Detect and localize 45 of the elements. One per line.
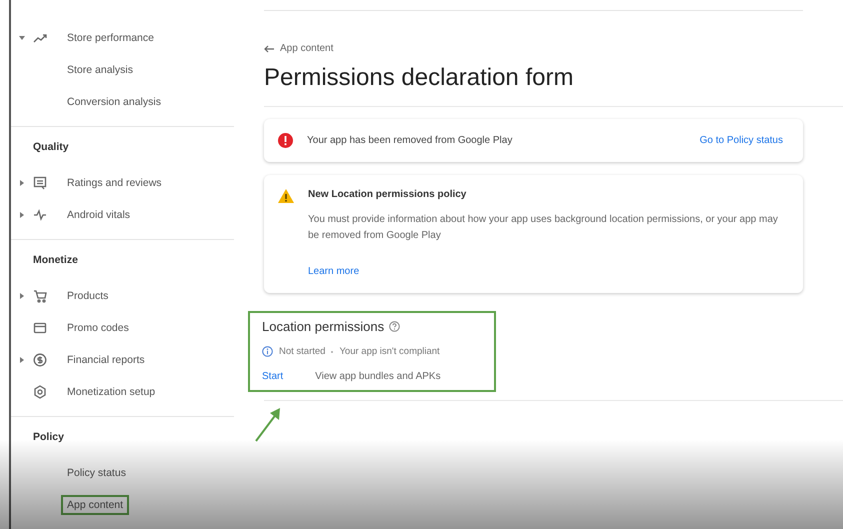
sidebar-item[interactable]: Android vitals <box>61 205 136 225</box>
back-link[interactable]: App content <box>264 43 803 54</box>
sidebar-item[interactable]: Products <box>61 286 114 306</box>
sidebar-item[interactable]: Promo codes <box>61 318 135 338</box>
section-heading: Policy <box>32 430 65 445</box>
caret-right-icon[interactable] <box>20 212 24 218</box>
separator-dot <box>331 350 334 352</box>
dollar-icon <box>33 353 47 367</box>
sidebar-item[interactable]: Monetization setup <box>61 382 162 402</box>
info-icon <box>262 346 273 357</box>
annotation-arrow <box>253 405 283 443</box>
gear-icon <box>33 385 47 399</box>
back-link-label[interactable]: App content <box>280 43 334 54</box>
page-title: Permissions declaration form <box>264 64 574 92</box>
cart-icon <box>33 289 47 303</box>
section-heading: Quality <box>32 140 70 155</box>
section-title: Location permissions <box>262 319 384 334</box>
bundles-link[interactable]: View app bundles and APKs <box>315 371 441 382</box>
sidebar-item[interactable]: Financial reports <box>61 350 151 370</box>
caret-right-icon[interactable] <box>20 293 24 299</box>
back-arrow-icon <box>264 44 274 52</box>
caret-right-icon[interactable] <box>20 357 24 363</box>
caret-down-icon[interactable] <box>19 36 25 40</box>
sidebar-item[interactable]: App content <box>61 495 130 515</box>
warning-text: You must provide information about how your app uses background location permissions, or your app may be removed from Google Play <box>308 213 779 242</box>
start-link[interactable]: Start <box>262 371 284 382</box>
sidebar-item[interactable]: Policy status <box>61 463 132 483</box>
error-icon <box>278 133 293 148</box>
warning-icon <box>278 189 294 203</box>
learn-more-link[interactable]: Learn more <box>308 266 360 277</box>
card-icon <box>33 321 47 335</box>
warning-title: New Location permissions policy <box>308 189 468 200</box>
policy-status-link[interactable]: Go to Policy status <box>700 135 783 146</box>
section-heading: Monetize <box>32 253 79 268</box>
status-detail: Your app isn't compliant <box>339 346 440 357</box>
review-icon <box>33 176 47 190</box>
status-text: Not started <box>279 346 326 357</box>
error-message: Your app has been removed from Google Play <box>307 135 514 146</box>
sidebar-item[interactable]: Conversion analysis <box>61 92 167 112</box>
sidebar-item[interactable]: Store analysis <box>61 60 139 80</box>
pulse-icon <box>33 208 47 222</box>
help-icon[interactable] <box>389 321 400 332</box>
sidebar-item[interactable]: Ratings and reviews <box>61 173 168 193</box>
caret-right-icon[interactable] <box>20 180 24 186</box>
sidebar-item[interactable]: Store performance <box>61 28 160 48</box>
